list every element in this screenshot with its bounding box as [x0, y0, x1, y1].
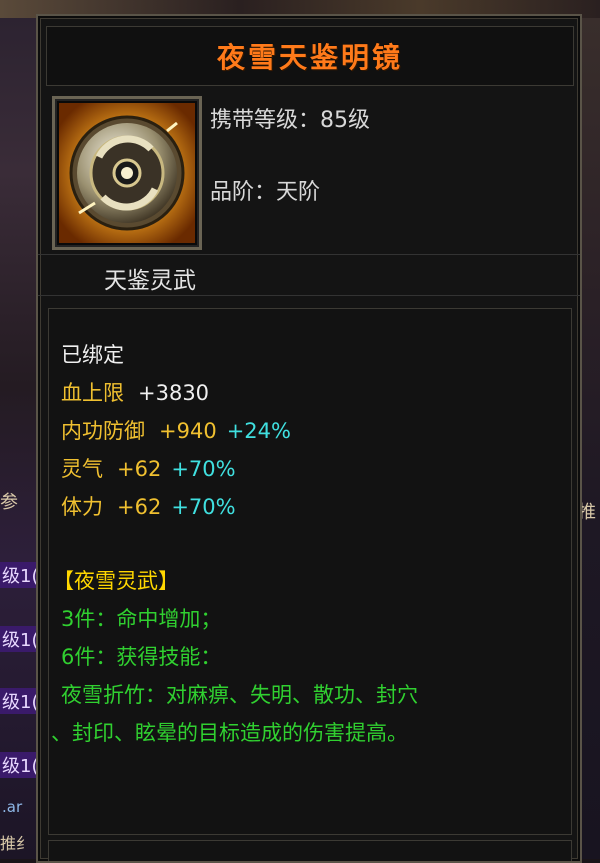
- background-text-fragment: 推纟: [0, 834, 33, 853]
- background-link-fragment: .ar: [2, 798, 23, 816]
- stat-line: 灵气 +62 +70%: [61, 453, 236, 483]
- carry-level-value: 85级: [320, 108, 371, 133]
- stat-name: 血上限: [61, 381, 124, 405]
- set-bonus-6: 6件：获得技能：: [61, 645, 222, 669]
- title-bar: 夜雪天鉴明镜: [46, 26, 574, 86]
- stat-percent: +70%: [171, 457, 236, 481]
- carry-level-label: 携带等级：: [210, 108, 321, 133]
- background-level-fragment: 级1(: [0, 688, 41, 714]
- stat-value: +940: [159, 419, 217, 443]
- background-text-fragment: 参: [0, 492, 18, 513]
- stat-percent: +24%: [226, 419, 291, 443]
- stat-value: +62: [117, 495, 162, 519]
- background-level-fragment: 级1(: [0, 626, 41, 652]
- item-grade: 品阶：天阶: [210, 174, 320, 206]
- item-icon-frame[interactable]: [52, 96, 202, 250]
- stat-line: 血上限 +3830: [61, 377, 209, 407]
- background-level-fragment: 级1(: [0, 562, 41, 588]
- stat-line: 内功防御 +940 +24%: [61, 415, 291, 445]
- background-level-fragment: 级1(: [0, 752, 41, 778]
- stat-value: +62: [117, 457, 162, 481]
- stat-value: +3830: [138, 381, 210, 405]
- stat-percent: +70%: [171, 495, 236, 519]
- subtitle-row: 天鉴灵武: [38, 254, 580, 296]
- set-skill-line: 、封印、眩晕的目标造成的伤害提高。: [51, 721, 408, 745]
- stat-name: 内功防御: [61, 419, 145, 443]
- set-skill-line: 夜雪折竹：对麻痹、失明、散功、封穴: [61, 683, 418, 707]
- next-section-edge: [48, 840, 572, 861]
- carry-level: 携带等级：85级: [210, 102, 370, 134]
- stats-box: 已绑定 血上限 +3830 内功防御 +940 +24% 灵气 +62 +70% 体力 +6…: [48, 308, 572, 835]
- grade-value: 天阶: [276, 180, 321, 205]
- set-name: 【夜雪灵武】: [53, 569, 179, 593]
- bound-status: 已绑定: [61, 343, 124, 367]
- stat-name: 体力: [61, 495, 103, 519]
- item-category: 天鉴灵武: [104, 268, 196, 294]
- item-title: 夜雪天鉴明镜: [216, 41, 403, 74]
- mirror-icon: [59, 103, 195, 243]
- stat-line: 体力 +62 +70%: [61, 491, 236, 521]
- item-tooltip: 夜雪天鉴明镜 携带等级：85级 品阶：天阶 天鉴灵武 已绑定 血上限 +3830…: [36, 14, 582, 863]
- stat-name: 灵气: [61, 457, 103, 481]
- set-bonus-3: 3件：命中增加；: [61, 607, 222, 631]
- grade-label: 品阶：: [210, 180, 277, 205]
